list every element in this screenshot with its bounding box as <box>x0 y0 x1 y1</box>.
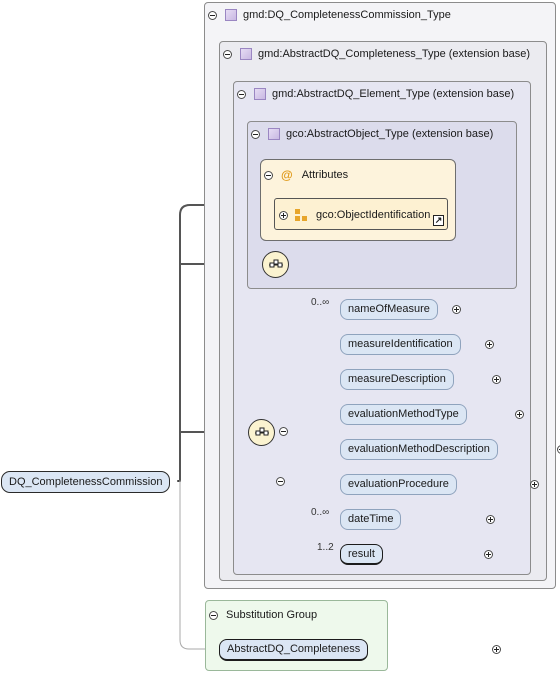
complex-type-icon <box>225 9 237 21</box>
element-measure-description[interactable]: measureDescription <box>340 369 454 390</box>
expand-toggle-icon[interactable] <box>452 305 462 314</box>
collapse-toggle-icon[interactable] <box>209 610 218 620</box>
collapse-toggle-icon[interactable] <box>223 49 232 59</box>
element-date-time[interactable]: dateTime <box>340 509 402 530</box>
shortcut-arrow-icon[interactable]: ↗ <box>433 215 444 226</box>
complex-type-icon <box>254 88 266 100</box>
attributes-title: Attributes <box>301 169 349 181</box>
element-evaluation-procedure[interactable]: evaluationProcedure <box>340 474 457 495</box>
element-evaluation-method-type[interactable]: evaluationMethodType <box>340 404 467 425</box>
attribute-at-icon: @ <box>281 168 293 182</box>
attribute-group-icon <box>294 208 308 222</box>
element-result[interactable]: result <box>340 544 383 565</box>
collapse-toggle-icon[interactable] <box>264 170 273 180</box>
element-name-of-measure[interactable]: nameOfMeasure <box>340 299 438 320</box>
expand-toggle-icon[interactable] <box>279 210 288 220</box>
complex-type-icon <box>240 48 252 60</box>
element-measure-identification[interactable]: measureIdentification <box>340 334 461 355</box>
expand-toggle-icon[interactable] <box>483 550 493 559</box>
collapse-toggle-icon[interactable] <box>237 89 246 99</box>
element-evaluation-method-description[interactable]: evaluationMethodDescription <box>340 439 498 460</box>
type-label: gmd:AbstractDQ_Element_Type (extension b… <box>272 88 515 100</box>
sequence-compositor-icon[interactable] <box>262 251 289 278</box>
collapse-toggle-icon[interactable] <box>208 10 217 20</box>
substitution-group-title: Substitution Group <box>226 609 318 621</box>
occurrence-label: 0..∞ <box>311 507 330 518</box>
collapse-toggle-icon[interactable] <box>275 477 285 486</box>
collapse-toggle-icon[interactable] <box>251 129 260 139</box>
attribute-group-label: gco:ObjectIdentification <box>316 209 431 221</box>
expand-toggle-icon[interactable] <box>491 645 501 654</box>
attribute-group-item[interactable]: gco:ObjectIdentification ↗ <box>274 198 448 230</box>
type-label: gmd:DQ_CompletenessCommission_Type <box>243 9 451 21</box>
sequence-compositor-icon[interactable] <box>248 419 275 446</box>
occurrence-label: 1..2 <box>317 542 334 553</box>
complex-type-icon <box>268 128 280 140</box>
type-label: gco:AbstractObject_Type (extension base) <box>286 128 494 140</box>
type-label: gmd:AbstractDQ_Completeness_Type (extens… <box>258 48 531 60</box>
occurrence-label: 0..∞ <box>311 297 330 308</box>
collapse-toggle-icon[interactable] <box>279 427 288 436</box>
element-abstract-dq-completeness[interactable]: AbstractDQ_Completeness <box>219 639 369 661</box>
root-element-dq-completeness-commission[interactable]: DQ_CompletenessCommission <box>1 471 171 493</box>
